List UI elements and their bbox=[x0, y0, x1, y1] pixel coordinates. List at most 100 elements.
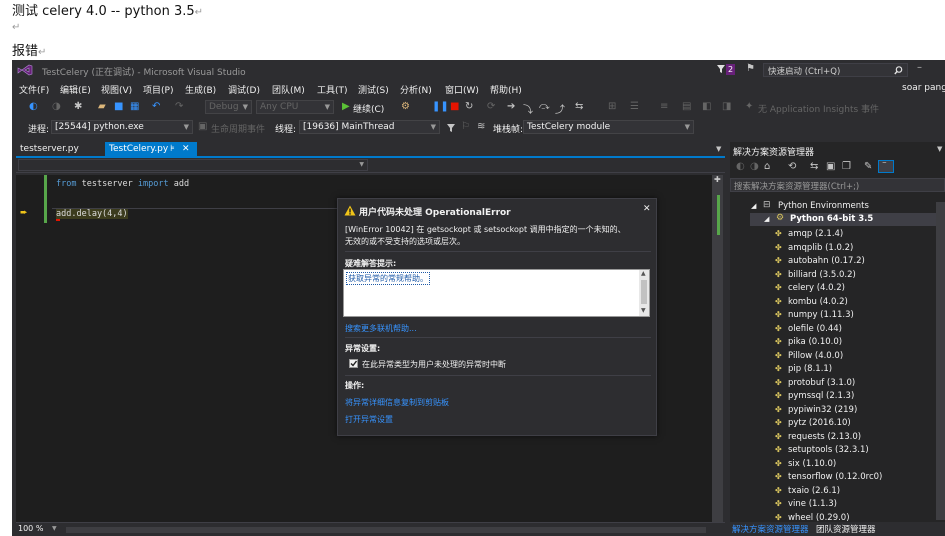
expand-arrow-icon[interactable]: ◢ bbox=[764, 215, 769, 223]
package-item[interactable]: ✤ autobahn (0.17.2) bbox=[775, 256, 865, 266]
open-exception-settings-link[interactable]: 打开异常设置 bbox=[345, 414, 393, 425]
tip-item[interactable]: 获取异常的常规帮助。 bbox=[346, 272, 430, 285]
step-into-icon[interactable]: ⤵ bbox=[523, 101, 533, 116]
menu-window[interactable]: 窗口(W) bbox=[445, 83, 479, 96]
lifecycle-icon[interactable]: ▣ bbox=[198, 121, 207, 132]
tab-testserver[interactable]: testserver.py bbox=[16, 142, 83, 157]
zoom-level[interactable]: 100 % bbox=[18, 524, 43, 533]
package-item[interactable]: ✤ Pillow (4.0.0) bbox=[775, 351, 843, 361]
save-all-icon[interactable]: ▦ bbox=[130, 101, 139, 112]
back-icon[interactable]: ◐ bbox=[736, 161, 745, 172]
flag-icon[interactable]: ⚐ bbox=[461, 121, 470, 132]
package-item[interactable]: ✤ pika (0.10.0) bbox=[775, 337, 842, 347]
menu-test[interactable]: 测试(S) bbox=[358, 83, 389, 96]
package-item[interactable]: ✤ kombu (4.0.2) bbox=[775, 297, 848, 307]
package-item[interactable]: ✤ billiard (3.5.0.2) bbox=[775, 270, 856, 280]
expand-arrow-icon[interactable]: ◢ bbox=[751, 202, 756, 210]
package-item[interactable]: ✤ tensorflow (0.12.0rc0) bbox=[775, 472, 882, 482]
menu-build[interactable]: 生成(B) bbox=[185, 83, 216, 96]
undo-icon[interactable]: ↶ bbox=[152, 101, 160, 112]
redo-icon[interactable]: ↷ bbox=[175, 101, 183, 112]
package-item[interactable]: ✤ six (1.10.0) bbox=[775, 459, 836, 469]
package-item[interactable]: ✤ txaio (2.6.1) bbox=[775, 486, 840, 496]
insights-label[interactable]: 无 Application Insights 事件 bbox=[758, 102, 879, 115]
continue-button[interactable]: 继续(C) bbox=[353, 102, 384, 115]
minimize-icon[interactable]: – bbox=[917, 62, 922, 73]
tab-solution-explorer[interactable]: 解决方案资源管理器 bbox=[732, 523, 809, 535]
bookmark-prev-icon[interactable]: ◧ bbox=[702, 101, 711, 112]
solution-search-input[interactable]: 搜索解决方案资源管理器(Ctrl+;) bbox=[734, 180, 859, 192]
quick-launch-box[interactable]: 快速启动 (Ctrl+Q) bbox=[763, 63, 908, 77]
menu-team[interactable]: 团队(M) bbox=[272, 83, 305, 96]
chevron-down-icon[interactable]: ▼ bbox=[52, 525, 57, 532]
break-all-icon[interactable]: ❚❚ bbox=[432, 101, 449, 112]
insights-icon[interactable]: ✦ bbox=[745, 101, 753, 112]
package-item[interactable]: ✤ pytz (2016.10) bbox=[775, 418, 851, 428]
split-icon[interactable]: ✚ bbox=[714, 175, 721, 184]
tips-list[interactable]: 获取异常的常规帮助。 ▲ ▼ bbox=[343, 269, 650, 317]
attach-icon[interactable]: ⚙ bbox=[401, 101, 410, 112]
package-item[interactable]: ✤ celery (4.0.2) bbox=[775, 283, 845, 293]
menu-help[interactable]: 帮助(H) bbox=[490, 83, 522, 96]
panel-menu-icon[interactable]: ▼ bbox=[937, 145, 942, 153]
copy-details-link[interactable]: 将异常详细信息复制到剪贴板 bbox=[345, 397, 449, 408]
close-icon[interactable]: ✕ bbox=[643, 204, 651, 214]
package-item[interactable]: ✤ numpy (1.11.3) bbox=[775, 310, 854, 320]
horizontal-scrollbar[interactable] bbox=[66, 527, 706, 533]
toolbar-misc-icon[interactable]: ≡ bbox=[660, 101, 668, 112]
filter-icon[interactable] bbox=[446, 123, 456, 133]
scroll-up-icon[interactable]: ▲ bbox=[641, 270, 646, 277]
solution-explorer-scrollbar[interactable] bbox=[936, 202, 945, 520]
scroll-down-icon[interactable]: ▼ bbox=[641, 307, 646, 314]
stack-frame-dropdown[interactable]: TestCelery module ▼ bbox=[523, 120, 694, 134]
python-environments-node[interactable]: Python Environments bbox=[778, 201, 869, 211]
menu-edit[interactable]: 编辑(E) bbox=[60, 83, 91, 96]
process-dropdown[interactable]: [25544] python.exe ▼ bbox=[51, 120, 193, 134]
package-item[interactable]: ✤ pypiwin32 (219) bbox=[775, 405, 857, 415]
stack-icon[interactable]: ≋ bbox=[477, 121, 485, 132]
package-item[interactable]: ✤ vine (1.1.3) bbox=[775, 499, 837, 509]
show-all-icon[interactable]: ❐ bbox=[842, 161, 851, 172]
save-icon[interactable]: ■ bbox=[114, 101, 123, 112]
show-next-statement-icon[interactable]: ➔ bbox=[507, 101, 515, 112]
hex-display-icon[interactable]: ⇆ bbox=[575, 101, 583, 112]
config-dropdown[interactable]: Debug ▼ bbox=[205, 100, 252, 114]
properties-icon[interactable]: ✎ bbox=[864, 161, 872, 172]
lifecycle-events[interactable]: 生命周期事件 bbox=[211, 122, 265, 135]
quick-launch-input[interactable]: 快速启动 (Ctrl+Q) bbox=[768, 65, 840, 77]
package-item[interactable]: ✤ pymssql (2.1.3) bbox=[775, 391, 854, 401]
scrollbar-track[interactable] bbox=[714, 193, 721, 513]
step-out-icon[interactable]: ⤴ bbox=[555, 101, 565, 116]
tab-testcelery[interactable]: TestCelery.py ⊧ ✕ bbox=[105, 142, 197, 157]
tab-overflow-icon[interactable]: ▼ bbox=[716, 145, 721, 153]
package-item[interactable]: ✤ amqplib (1.0.2) bbox=[775, 243, 853, 253]
menu-debug[interactable]: 调试(D) bbox=[228, 83, 260, 96]
sync-icon[interactable]: ⇆ bbox=[810, 161, 818, 172]
selected-env-row[interactable]: ◢ ⚙ Python 64-bit 3.5 bbox=[750, 213, 945, 226]
nav-scope-dropdown[interactable]: ▼ bbox=[18, 159, 368, 171]
menu-view[interactable]: 视图(V) bbox=[101, 83, 132, 96]
toolbar-misc-icon[interactable]: ☰ bbox=[630, 101, 639, 112]
search-icon[interactable] bbox=[894, 66, 903, 75]
search-online-link[interactable]: 搜索更多联机帮助... bbox=[345, 323, 417, 334]
menu-project[interactable]: 项目(P) bbox=[143, 83, 173, 96]
pin-icon[interactable]: ⊧ bbox=[170, 142, 175, 157]
preview-toggle[interactable]: ⁻ bbox=[878, 160, 894, 173]
bookmark-icon[interactable]: ▤ bbox=[682, 101, 691, 112]
package-item[interactable]: ✤ wheel (0.29.0) bbox=[775, 513, 850, 523]
package-item[interactable]: ✤ pip (8.1.1) bbox=[775, 364, 832, 374]
toolbar-misc-icon[interactable]: ⊞ bbox=[608, 101, 616, 112]
back-icon[interactable]: ◐ bbox=[29, 101, 38, 112]
open-file-icon[interactable]: ▰ bbox=[98, 101, 106, 112]
bookmark-next-icon[interactable]: ◨ bbox=[722, 101, 731, 112]
continue-icon[interactable]: ▶ bbox=[342, 101, 350, 112]
user-name[interactable]: soar pang bbox=[902, 83, 945, 93]
scrollbar-thumb[interactable] bbox=[641, 280, 647, 304]
feedback-icon[interactable]: ⚑ bbox=[746, 63, 755, 74]
restart-icon[interactable]: ↻ bbox=[465, 101, 473, 112]
package-item[interactable]: ✤ amqp (2.1.4) bbox=[775, 229, 843, 239]
package-item[interactable]: ✤ requests (2.13.0) bbox=[775, 432, 861, 442]
menu-analyze[interactable]: 分析(N) bbox=[400, 83, 432, 96]
platform-dropdown[interactable]: Any CPU ▼ bbox=[256, 100, 334, 114]
editor-vertical-scrollbar[interactable]: ✚ bbox=[712, 175, 723, 522]
